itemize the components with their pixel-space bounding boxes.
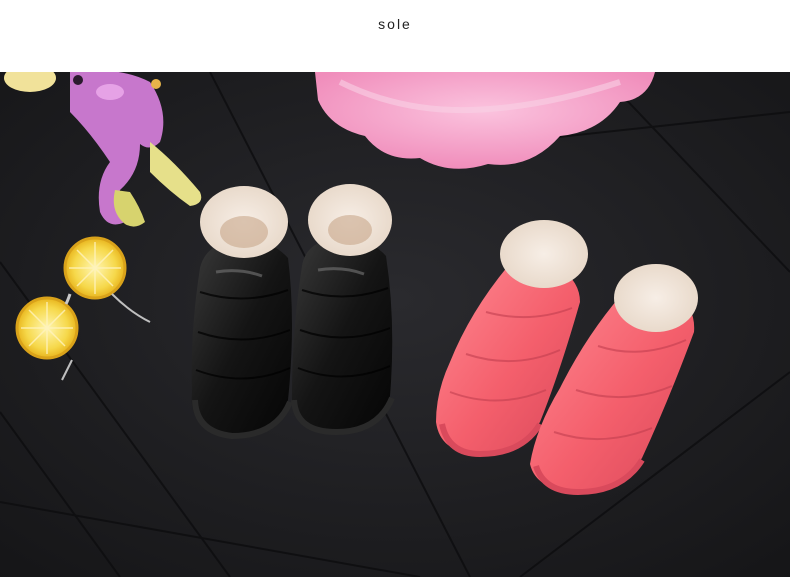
photo-illustration: [0, 72, 790, 577]
bottom-margin: [0, 577, 790, 587]
section-header: sole: [0, 0, 790, 72]
black-shoe-left: [191, 186, 293, 440]
product-photo: [0, 72, 790, 577]
section-title: sole: [378, 16, 412, 32]
